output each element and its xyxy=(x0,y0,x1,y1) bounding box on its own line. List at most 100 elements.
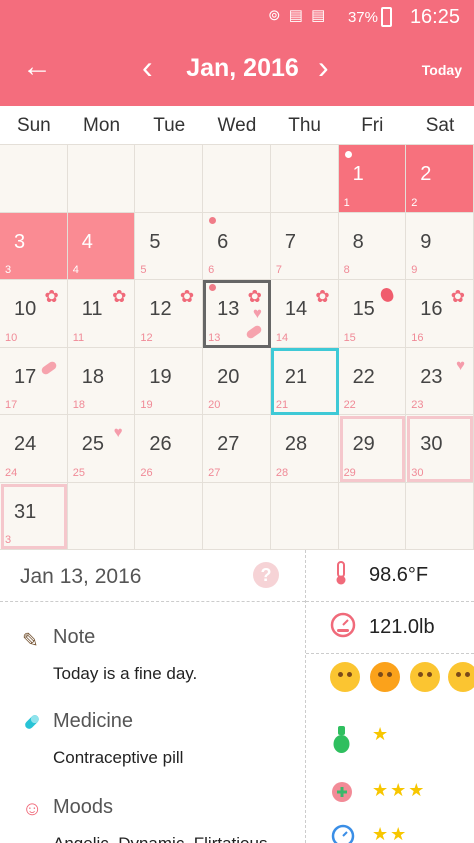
day-cell-12[interactable]: ✿ 12 12 xyxy=(135,280,204,348)
cycle-day: 5 xyxy=(140,264,147,276)
day-cell-empty xyxy=(270,482,339,550)
today-button[interactable]: Today xyxy=(422,62,462,78)
heart-icon: ♥ xyxy=(252,305,262,322)
day-number: 31 xyxy=(14,500,37,523)
flirtatious-face-icon xyxy=(410,662,440,692)
day-cell-empty xyxy=(135,145,204,213)
day-cell-25[interactable]: ♥ 25 25 xyxy=(67,415,136,483)
day-number: 1 xyxy=(352,163,364,185)
day-number: 23 xyxy=(420,365,443,388)
day-cell-24[interactable]: 24 24 xyxy=(0,415,68,483)
day-cell-21-today[interactable]: 21 21 xyxy=(270,347,339,415)
day-number: 28 xyxy=(284,433,308,455)
day-cell-11[interactable]: ✿ 11 11 xyxy=(67,280,136,348)
day-cell-2[interactable]: 2 2 xyxy=(406,145,474,213)
day-cell-27[interactable]: 27 27 xyxy=(203,415,271,483)
day-number: 11 xyxy=(81,298,103,320)
day-number: 9 xyxy=(420,230,432,253)
day-number: 17 xyxy=(14,365,37,388)
medicine-section[interactable]: Medicine Contraceptive pill xyxy=(0,710,306,780)
day-detail-panel: Jan 13, 2016 ? ✎ Note Today is a fine da… xyxy=(0,550,306,843)
day-cell-29-predicted[interactable]: 29 29 xyxy=(338,415,407,483)
day-number: 10 xyxy=(14,298,37,320)
cycle-day: 24 xyxy=(5,466,18,479)
medicine-title: Medicine xyxy=(53,710,134,732)
day-cell-20[interactable]: 20 20 xyxy=(203,347,271,415)
ovulation-flower-icon: ✿ xyxy=(179,287,195,306)
day-number: 12 xyxy=(149,298,172,320)
day-cell-13-selected[interactable]: ✿ ♥ 13 13 xyxy=(203,280,271,348)
intimacy-dot-icon xyxy=(209,216,217,224)
dynamic-face-icon xyxy=(370,662,400,692)
day-number: 20 xyxy=(217,365,240,388)
plus-circle-icon xyxy=(330,780,354,806)
next-month-chevron-icon[interactable]: › xyxy=(318,51,329,83)
day-number: 8 xyxy=(352,230,364,253)
weekday-label: Tue xyxy=(153,115,186,136)
prev-month-chevron-icon[interactable]: ‹ xyxy=(142,51,153,83)
temperature-row[interactable]: 98.6°F xyxy=(306,550,474,602)
day-cell-26[interactable]: 26 26 xyxy=(135,415,204,483)
period-start-dot-icon xyxy=(344,151,352,158)
day-cell-empty xyxy=(0,145,68,213)
day-cell-4[interactable]: 4 4 xyxy=(67,212,136,280)
cycle-day: 1 xyxy=(343,196,350,209)
weight-row[interactable]: 121.0lb xyxy=(306,602,474,654)
day-cell-30-predicted[interactable]: 30 30 xyxy=(406,415,474,483)
day-number: 4 xyxy=(81,230,93,253)
cycle-day: 9 xyxy=(411,264,418,276)
note-title: Note xyxy=(53,626,96,648)
day-cell-5[interactable]: 5 5 xyxy=(135,212,204,280)
day-cell-9[interactable]: 9 9 xyxy=(406,212,474,280)
day-cell-28[interactable]: 28 28 xyxy=(270,415,339,483)
moods-section[interactable]: ☺ Moods Angelic, Dynamic, Flirtatious xyxy=(0,796,306,843)
day-number: 22 xyxy=(352,365,375,388)
day-cell-14[interactable]: ✿ 14 14 xyxy=(270,280,339,348)
signal-icons: ⊚ ▤ ▤ xyxy=(268,7,328,24)
day-number: 7 xyxy=(284,230,296,253)
thermometer-icon xyxy=(330,560,354,586)
day-cell-16[interactable]: ✿ 16 16 xyxy=(406,280,474,348)
note-body: Today is a fine day. xyxy=(53,664,198,683)
cycle-day: 14 xyxy=(275,331,289,344)
star-rating: ★★★ xyxy=(372,780,427,800)
capsule-icon xyxy=(22,712,42,738)
day-number: 13 xyxy=(217,298,240,320)
help-icon[interactable]: ? xyxy=(253,562,279,588)
day-cell-empty xyxy=(338,482,407,550)
day-cell-10[interactable]: ✿ 10 10 xyxy=(0,280,68,348)
weekday-label: Mon xyxy=(83,115,121,136)
day-cell-18[interactable]: 18 18 xyxy=(67,347,136,415)
cycle-day: 23 xyxy=(411,399,424,411)
day-cell-22[interactable]: 22 22 xyxy=(338,347,407,415)
battery-icon xyxy=(381,7,392,27)
day-cell-6[interactable]: 6 6 xyxy=(203,212,271,280)
day-cell-17[interactable]: 17 17 xyxy=(0,347,68,415)
cycle-day: 17 xyxy=(5,399,18,411)
star-rating: ★ xyxy=(372,724,391,744)
note-section[interactable]: ✎ Note Today is a fine day. xyxy=(0,626,306,696)
cycle-day: 18 xyxy=(72,399,85,411)
day-cell-19[interactable]: 19 19 xyxy=(135,347,204,415)
cycle-day: 26 xyxy=(140,466,153,479)
day-cell-8[interactable]: 8 8 xyxy=(338,212,407,280)
ovulation-day-icon xyxy=(379,286,396,304)
ovulation-flower-icon: ✿ xyxy=(315,287,330,306)
cycle-day: 16 xyxy=(411,331,424,344)
rating-row-2[interactable]: ★★★ xyxy=(306,770,474,812)
day-cell-7[interactable]: 7 7 xyxy=(270,212,339,280)
weekday-label: Thu xyxy=(288,115,321,136)
day-cell-23[interactable]: ♥ 23 23 xyxy=(406,347,474,415)
rating-row-1[interactable]: ★ xyxy=(306,714,474,756)
day-cell-1[interactable]: 1 1 xyxy=(338,145,407,213)
smiley-icon: ☺ xyxy=(22,798,43,820)
rating-row-3[interactable]: ★★ xyxy=(306,818,474,843)
day-cell-31-predicted[interactable]: 31 3 xyxy=(0,482,68,550)
angelic-face-icon xyxy=(330,662,360,692)
heart-icon: ♥ xyxy=(456,356,465,374)
day-cell-15[interactable]: 15 15 xyxy=(338,280,407,348)
star-rating: ★★ xyxy=(372,824,409,843)
cycle-day: 12 xyxy=(140,331,153,344)
back-arrow-icon[interactable]: ← xyxy=(22,52,52,82)
day-cell-3[interactable]: 3 3 xyxy=(0,212,68,280)
